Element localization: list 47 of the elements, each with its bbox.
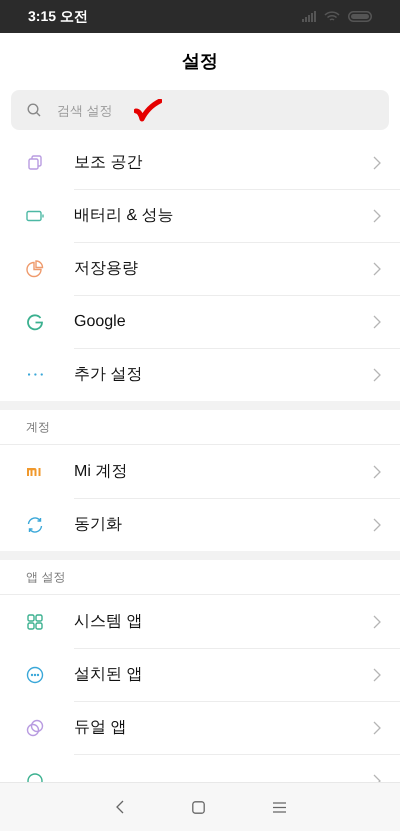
settings-item[interactable]: 저장용량 — [0, 242, 400, 295]
more-icon — [28, 373, 42, 376]
page-title: 설정 — [182, 50, 218, 73]
settings-item[interactable]: Mi 계정 — [0, 445, 400, 498]
item-label: 추가 설정 — [74, 365, 142, 385]
overlapping-circles-icon — [25, 718, 45, 738]
item-label: 보조 공간 — [74, 152, 142, 172]
settings-item[interactable]: 보조 공간 — [0, 136, 400, 189]
settings-item[interactable]: 듀얼 앱 — [0, 701, 400, 754]
search-icon — [27, 103, 41, 117]
section-header: 계정 — [26, 419, 50, 436]
chevron-right-icon — [373, 156, 381, 170]
sync-icon — [25, 514, 45, 534]
menu-icon[interactable] — [272, 802, 286, 812]
battery-status-icon — [348, 11, 372, 22]
chevron-right-icon — [373, 721, 381, 735]
chevron-right-icon — [373, 518, 381, 532]
chevron-right-icon — [373, 315, 381, 329]
section-header: 앱 설정 — [26, 569, 66, 586]
search-field[interactable]: 검색 설정 — [11, 90, 389, 130]
chevron-right-icon — [373, 262, 381, 276]
google-g-icon — [25, 312, 45, 332]
item-label: 시스템 앱 — [74, 612, 142, 632]
item-label: 듀얼 앱 — [74, 718, 126, 738]
settings-item[interactable]: 시스템 앱 — [0, 595, 400, 648]
chevron-right-icon — [373, 464, 381, 478]
chevron-right-icon — [373, 614, 381, 628]
status-time: 3:15 오전 — [28, 7, 88, 26]
item-label: 저장용량 — [74, 259, 138, 279]
back-icon[interactable] — [114, 800, 124, 814]
settings-item[interactable]: Google — [0, 295, 400, 348]
item-label: 동기화 — [74, 515, 122, 535]
item-label: Google — [74, 312, 126, 332]
pie-chart-icon — [25, 258, 45, 278]
signal-icon — [302, 11, 316, 22]
home-icon[interactable] — [192, 800, 204, 814]
item-label: Mi 계정 — [74, 462, 128, 482]
chevron-right-icon — [373, 368, 381, 382]
more-circle-icon — [25, 664, 45, 684]
chevron-right-icon — [373, 209, 381, 223]
settings-item[interactable]: 배터리 & 성능 — [0, 189, 400, 242]
grid-icon — [25, 612, 45, 632]
item-label: 배터리 & 성능 — [74, 206, 174, 226]
settings-item[interactable]: 설치된 앱 — [0, 648, 400, 701]
item-label: 설치된 앱 — [74, 665, 142, 685]
wifi-icon — [324, 10, 340, 22]
chevron-right-icon — [373, 668, 381, 682]
